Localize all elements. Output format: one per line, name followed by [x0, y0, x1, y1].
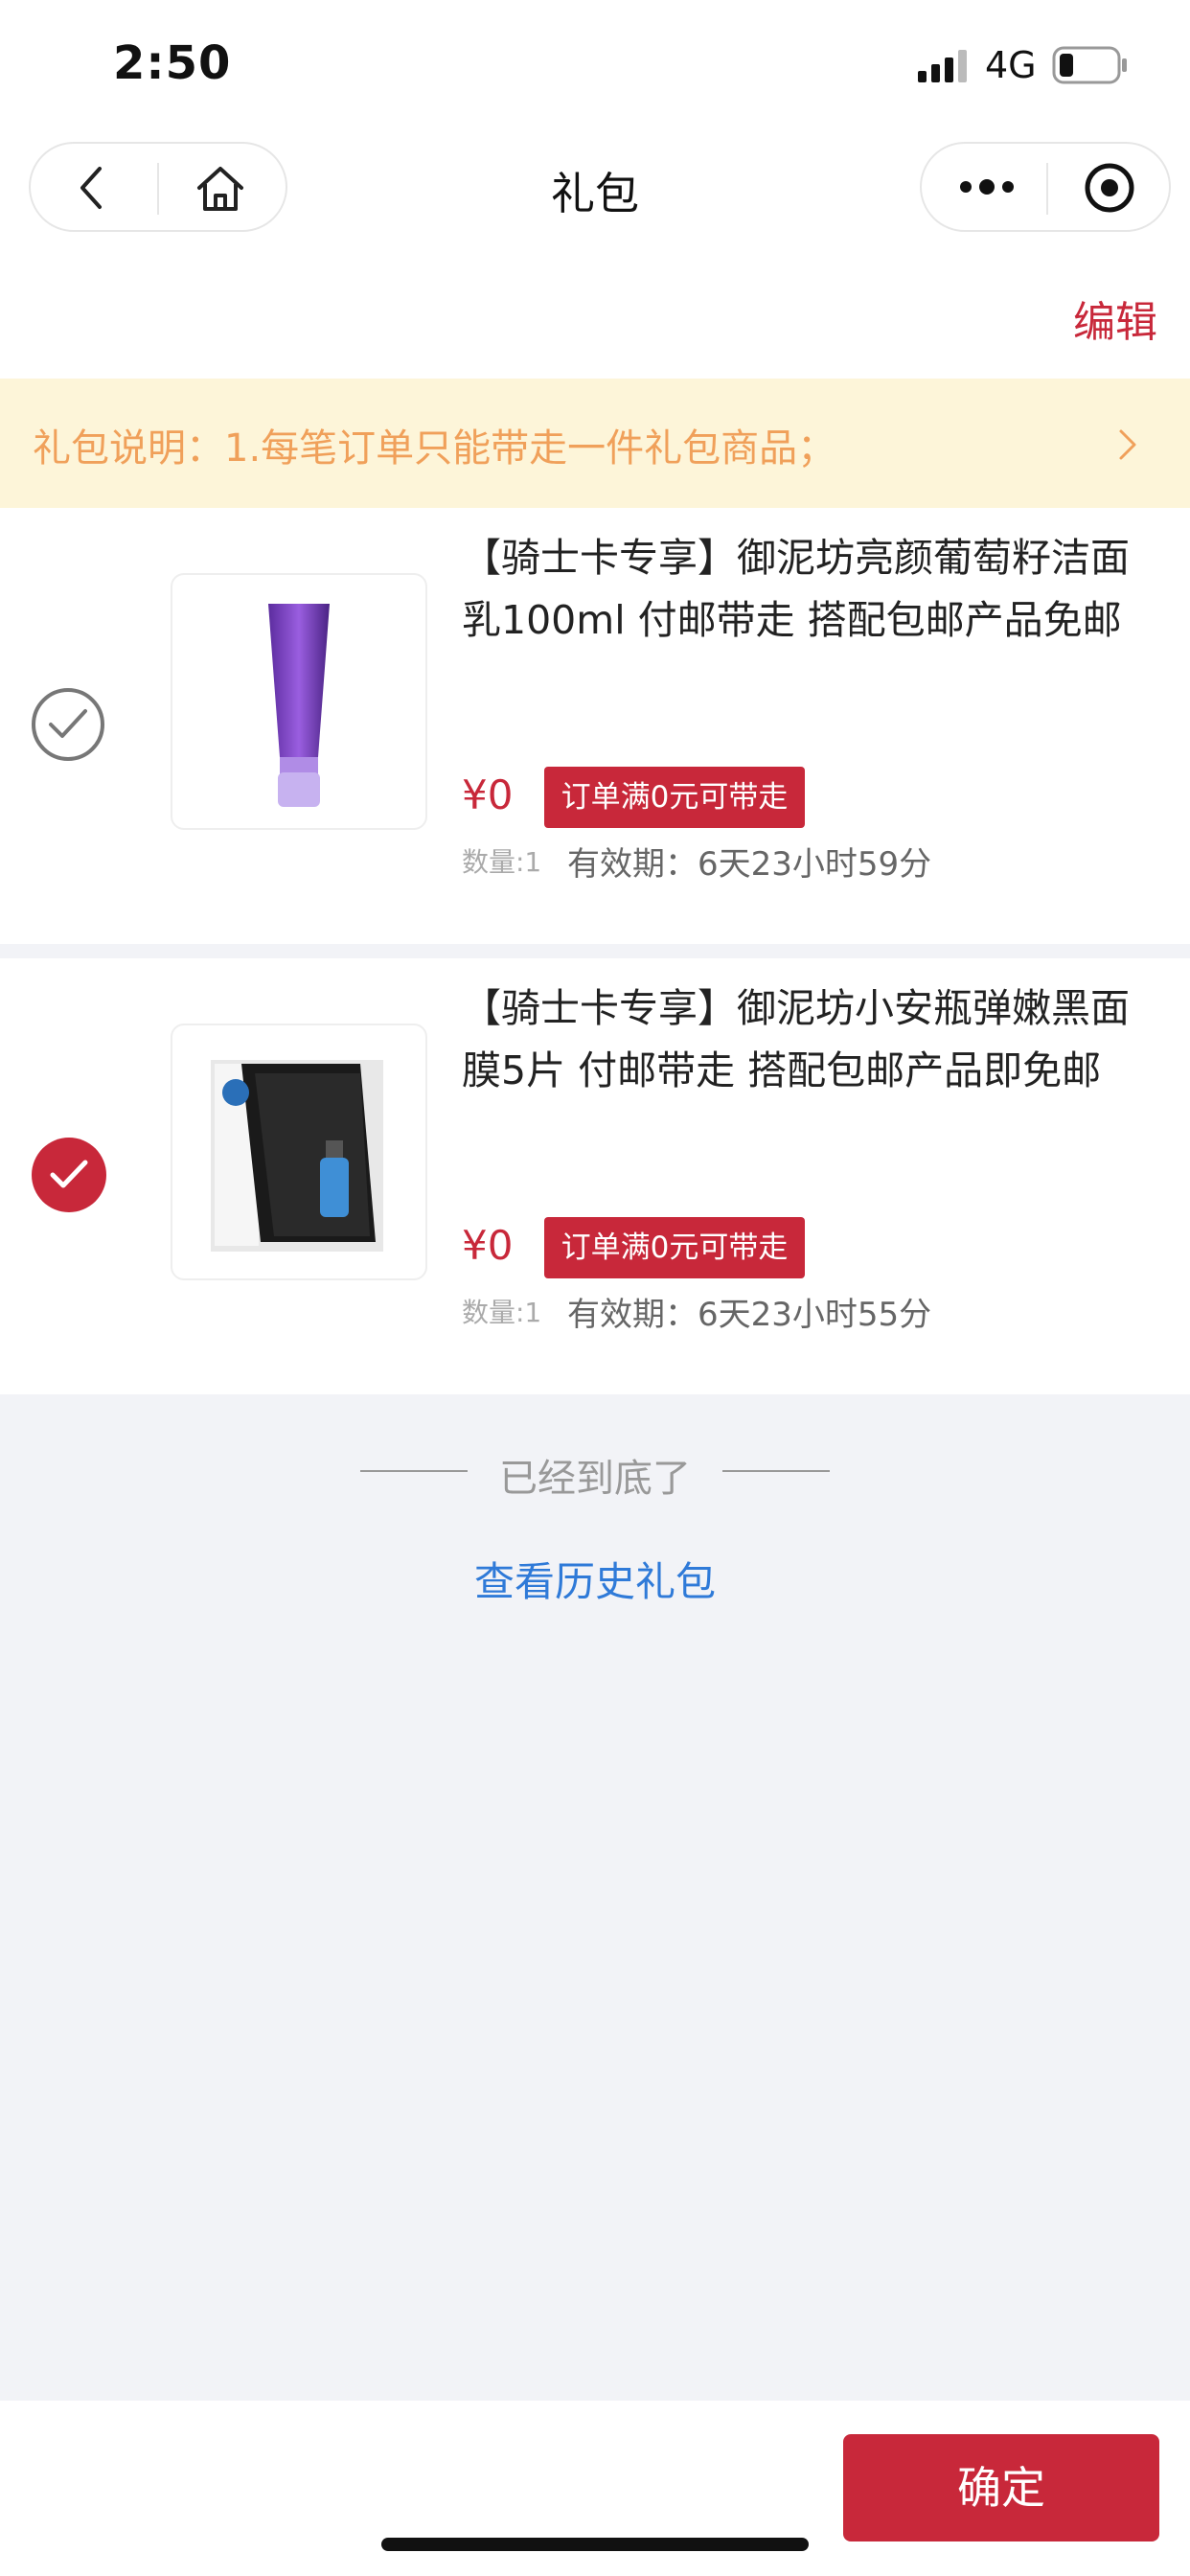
product-title[interactable]: 【骑士卡专享】御泥坊小安瓶弹嫩黑面膜5片 付邮带走 搭配包邮产品即免邮: [462, 978, 1152, 1102]
product-image-cleanser[interactable]: [171, 573, 427, 830]
checkbox-checked[interactable]: [32, 1138, 106, 1212]
chevron-right-icon: [1119, 429, 1136, 460]
confirm-button[interactable]: 确定: [843, 2434, 1159, 2542]
product-tag: 订单满0元可带走: [544, 767, 805, 828]
mask-pack-icon: [211, 1060, 383, 1252]
product-validity: 有效期：6天23小时59分: [567, 845, 932, 884]
product-quantity: 数量:1: [462, 1297, 542, 1328]
edit-row: [0, 264, 1190, 379]
signal-icon: [918, 50, 967, 82]
product-tag: 订单满0元可带走: [544, 1217, 805, 1278]
divider-line: [722, 1470, 830, 1472]
more-icon[interactable]: [958, 174, 1016, 199]
end-of-list-text: 已经到底了: [499, 1457, 691, 1501]
product-price: ¥0: [462, 1222, 514, 1269]
battery-icon: [1052, 46, 1127, 84]
product-image-mask[interactable]: [171, 1024, 427, 1280]
target-icon[interactable]: [1083, 161, 1136, 215]
product-title[interactable]: 【骑士卡专享】御泥坊亮颜葡萄籽洁面乳100ml 付邮带走 搭配包邮产品免邮: [462, 527, 1152, 652]
product-card[interactable]: 【骑士卡专享】御泥坊亮颜葡萄籽洁面乳100ml 付邮带走 搭配包邮产品免邮 ¥0…: [0, 508, 1190, 944]
check-icon: [50, 1160, 88, 1188]
notice-text: 礼包说明：1.每笔订单只能带走一件礼包商品；: [33, 426, 836, 471]
home-indicator[interactable]: [381, 2538, 809, 2551]
product-card[interactable]: 【骑士卡专享】御泥坊小安瓶弹嫩黑面膜5片 付邮带走 搭配包邮产品即免邮 ¥0 订…: [0, 958, 1190, 1394]
history-gifts-link[interactable]: 查看历史礼包: [0, 1550, 1190, 1608]
checkbox-unchecked[interactable]: [32, 688, 104, 761]
product-price: ¥0: [462, 771, 514, 818]
network-label: 4G: [985, 44, 1037, 86]
edit-button[interactable]: 编辑: [1073, 288, 1157, 349]
product-quantity: 数量:1: [462, 846, 542, 878]
check-icon: [49, 709, 87, 738]
product-validity: 有效期：6天23小时55分: [567, 1296, 932, 1334]
nav-right-capsule: [920, 142, 1171, 232]
status-time: 2:50: [113, 36, 232, 90]
cleanser-tube-icon: [268, 604, 330, 807]
